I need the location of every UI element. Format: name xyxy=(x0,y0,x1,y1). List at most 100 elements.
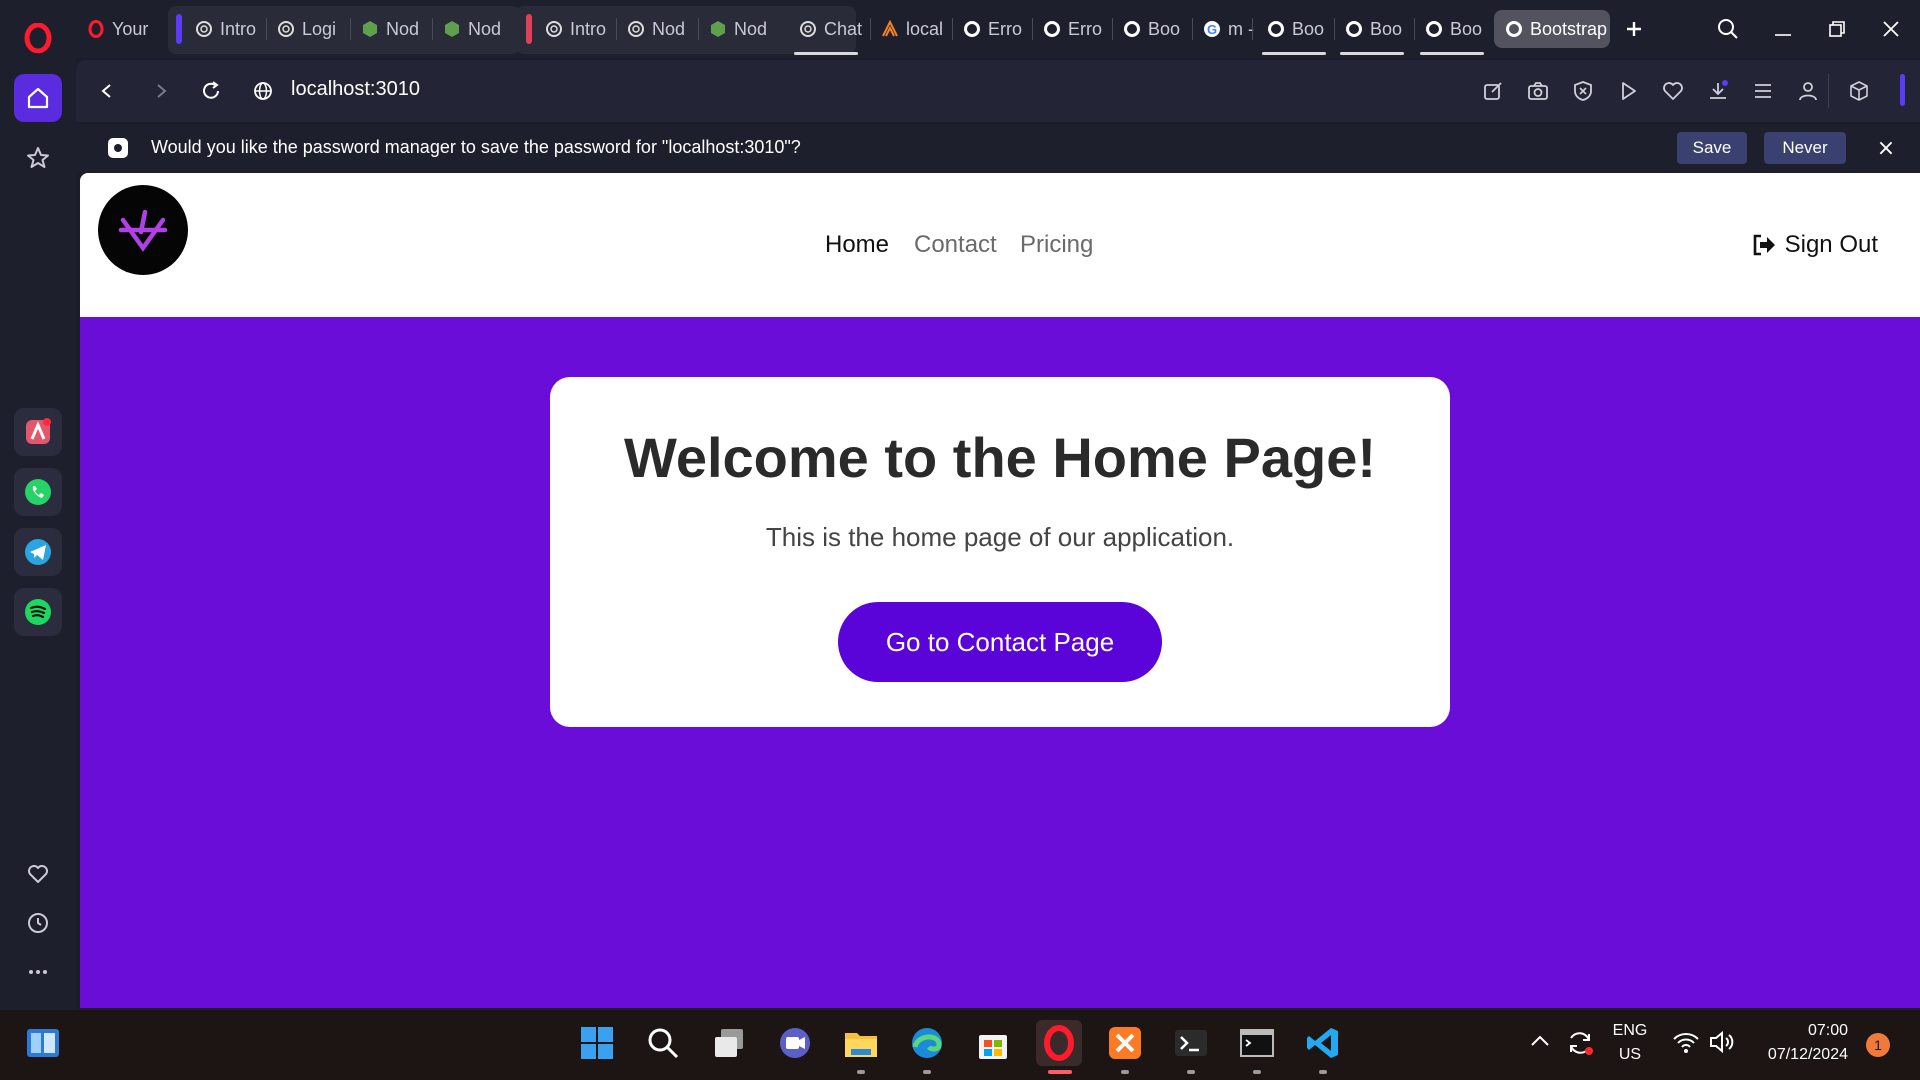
task-view-icon[interactable] xyxy=(706,1020,752,1066)
tab[interactable]: Erro xyxy=(1032,10,1110,48)
xampp-icon xyxy=(880,19,900,39)
forward-icon[interactable] xyxy=(144,74,178,108)
page-title: Welcome to the Home Page! xyxy=(623,426,1376,489)
chatgpt-icon xyxy=(194,19,214,39)
easy-setup-icon[interactable] xyxy=(1748,76,1778,106)
notification-badge[interactable]: 1 xyxy=(1866,1033,1890,1057)
opera-logo-icon[interactable] xyxy=(14,14,62,62)
site-info-globe-icon[interactable] xyxy=(246,74,280,108)
tab[interactable]: Intro xyxy=(184,10,264,48)
file-explorer-icon[interactable] xyxy=(838,1020,884,1066)
history-clock-icon[interactable] xyxy=(14,899,62,947)
opera-sidebar xyxy=(0,0,76,1010)
snapshot-edit-icon[interactable] xyxy=(1478,76,1508,106)
save-password-button[interactable]: Save xyxy=(1677,132,1747,164)
tab[interactable]: Erro xyxy=(952,10,1030,48)
page-subtitle: This is the home page of our application… xyxy=(765,522,1235,552)
google-icon: G xyxy=(1202,19,1222,39)
clock-date[interactable]: 07/12/2024 xyxy=(1752,1046,1848,1064)
ad-blocker-icon[interactable] xyxy=(1568,76,1598,106)
download-icon[interactable] xyxy=(1703,76,1733,106)
profile-icon[interactable] xyxy=(1793,76,1823,106)
new-tab-plus-icon[interactable] xyxy=(1614,10,1654,48)
opera-icon xyxy=(86,19,106,39)
tab-group-marker xyxy=(176,14,182,44)
url-field[interactable]: localhost:3010 xyxy=(291,78,420,101)
spotify-icon[interactable] xyxy=(14,588,62,636)
home-icon[interactable] xyxy=(14,74,62,122)
sign-out-button[interactable]: Sign Out xyxy=(1751,231,1878,259)
heart-icon[interactable] xyxy=(1658,76,1688,106)
restore-icon[interactable] xyxy=(1817,10,1857,48)
site-logo[interactable] xyxy=(98,185,188,275)
command-prompt-icon[interactable] xyxy=(1234,1020,1280,1066)
aria-app-icon[interactable] xyxy=(14,408,62,456)
tab[interactable]: Nod xyxy=(698,10,778,48)
tray-chevron-up-icon[interactable] xyxy=(1530,1032,1550,1051)
password-manager-bar: Would you like the password manager to s… xyxy=(76,124,1920,172)
search-tabs-icon[interactable] xyxy=(1708,10,1748,48)
opera-taskbar-icon[interactable] xyxy=(1036,1020,1082,1066)
start-windows-icon[interactable] xyxy=(574,1020,620,1066)
tab[interactable]: Intro xyxy=(534,10,614,48)
search-icon[interactable] xyxy=(640,1020,686,1066)
camera-icon[interactable] xyxy=(1523,76,1553,106)
tab[interactable]: Chat xyxy=(788,10,868,48)
reload-icon[interactable] xyxy=(194,74,228,108)
bookmarks-star-icon[interactable] xyxy=(14,134,62,182)
heart-icon[interactable] xyxy=(14,850,62,898)
xampp-taskbar-icon[interactable] xyxy=(1102,1020,1148,1066)
player-play-icon[interactable] xyxy=(1613,76,1643,106)
language-code[interactable]: ENG xyxy=(1608,1022,1652,1040)
nav-contact-link[interactable]: Contact xyxy=(914,231,997,259)
more-dots-icon[interactable] xyxy=(14,948,62,996)
telegram-icon[interactable] xyxy=(14,528,62,576)
language-region[interactable]: US xyxy=(1608,1046,1652,1064)
teams-chat-icon[interactable] xyxy=(772,1020,818,1066)
tab[interactable]: Boo xyxy=(1112,10,1190,48)
tab-strip: Your Intro Logi Nod Nod Intro Nod Nod Ch… xyxy=(76,0,1920,58)
sign-out-icon xyxy=(1753,234,1775,256)
wifi-icon[interactable] xyxy=(1672,1030,1700,1058)
close-window-icon[interactable] xyxy=(1871,10,1911,48)
chatgpt-icon xyxy=(626,19,646,39)
nodejs-icon xyxy=(708,19,728,39)
tab[interactable]: Logi xyxy=(266,10,348,48)
tab[interactable]: local xyxy=(870,10,950,48)
edge-icon[interactable] xyxy=(904,1020,950,1066)
globe-icon xyxy=(1424,19,1444,39)
tab[interactable]: Boo xyxy=(1256,10,1334,48)
tab-active[interactable]: Bootstrap xyxy=(1494,10,1610,48)
whatsapp-icon[interactable] xyxy=(14,468,62,516)
sync-icon[interactable] xyxy=(1565,1028,1595,1062)
globe-icon xyxy=(1042,19,1062,39)
back-icon[interactable] xyxy=(90,74,124,108)
terminal-icon[interactable] xyxy=(1168,1020,1214,1066)
password-lock-icon xyxy=(106,136,130,164)
nav-home-link[interactable]: Home xyxy=(825,231,889,259)
page-viewport: Home Contact Pricing Sign Out Welcome to… xyxy=(80,173,1920,1008)
clock-time[interactable]: 07:00 xyxy=(1752,1022,1848,1040)
tab[interactable]: Boo xyxy=(1414,10,1492,48)
site-navbar: Home Contact Pricing Sign Out xyxy=(80,173,1920,317)
go-to-contact-button[interactable]: Go to Contact Page xyxy=(838,602,1162,682)
nav-pricing-link[interactable]: Pricing xyxy=(1020,231,1093,259)
chatgpt-icon xyxy=(798,19,818,39)
tab[interactable]: Nod xyxy=(432,10,512,48)
minimize-icon[interactable] xyxy=(1763,10,1803,48)
tab[interactable]: Your xyxy=(76,10,158,48)
extensions-cube-icon[interactable] xyxy=(1844,76,1874,106)
tab[interactable]: Nod xyxy=(616,10,696,48)
volume-icon[interactable] xyxy=(1708,1030,1736,1058)
globe-icon xyxy=(962,19,982,39)
microsoft-store-icon[interactable] xyxy=(970,1020,1016,1066)
windows-taskbar: ENG US 07:00 07/12/2024 1 xyxy=(0,1010,1920,1080)
chatgpt-icon xyxy=(544,19,564,39)
never-save-button[interactable]: Never xyxy=(1764,132,1846,164)
widgets-icon[interactable] xyxy=(20,1020,66,1066)
vscode-icon[interactable] xyxy=(1300,1020,1346,1066)
svg-text:G: G xyxy=(1207,22,1217,37)
tab[interactable]: Nod xyxy=(350,10,430,48)
tab[interactable]: Boo xyxy=(1334,10,1412,48)
close-prompt-icon[interactable]: × xyxy=(1872,134,1900,162)
